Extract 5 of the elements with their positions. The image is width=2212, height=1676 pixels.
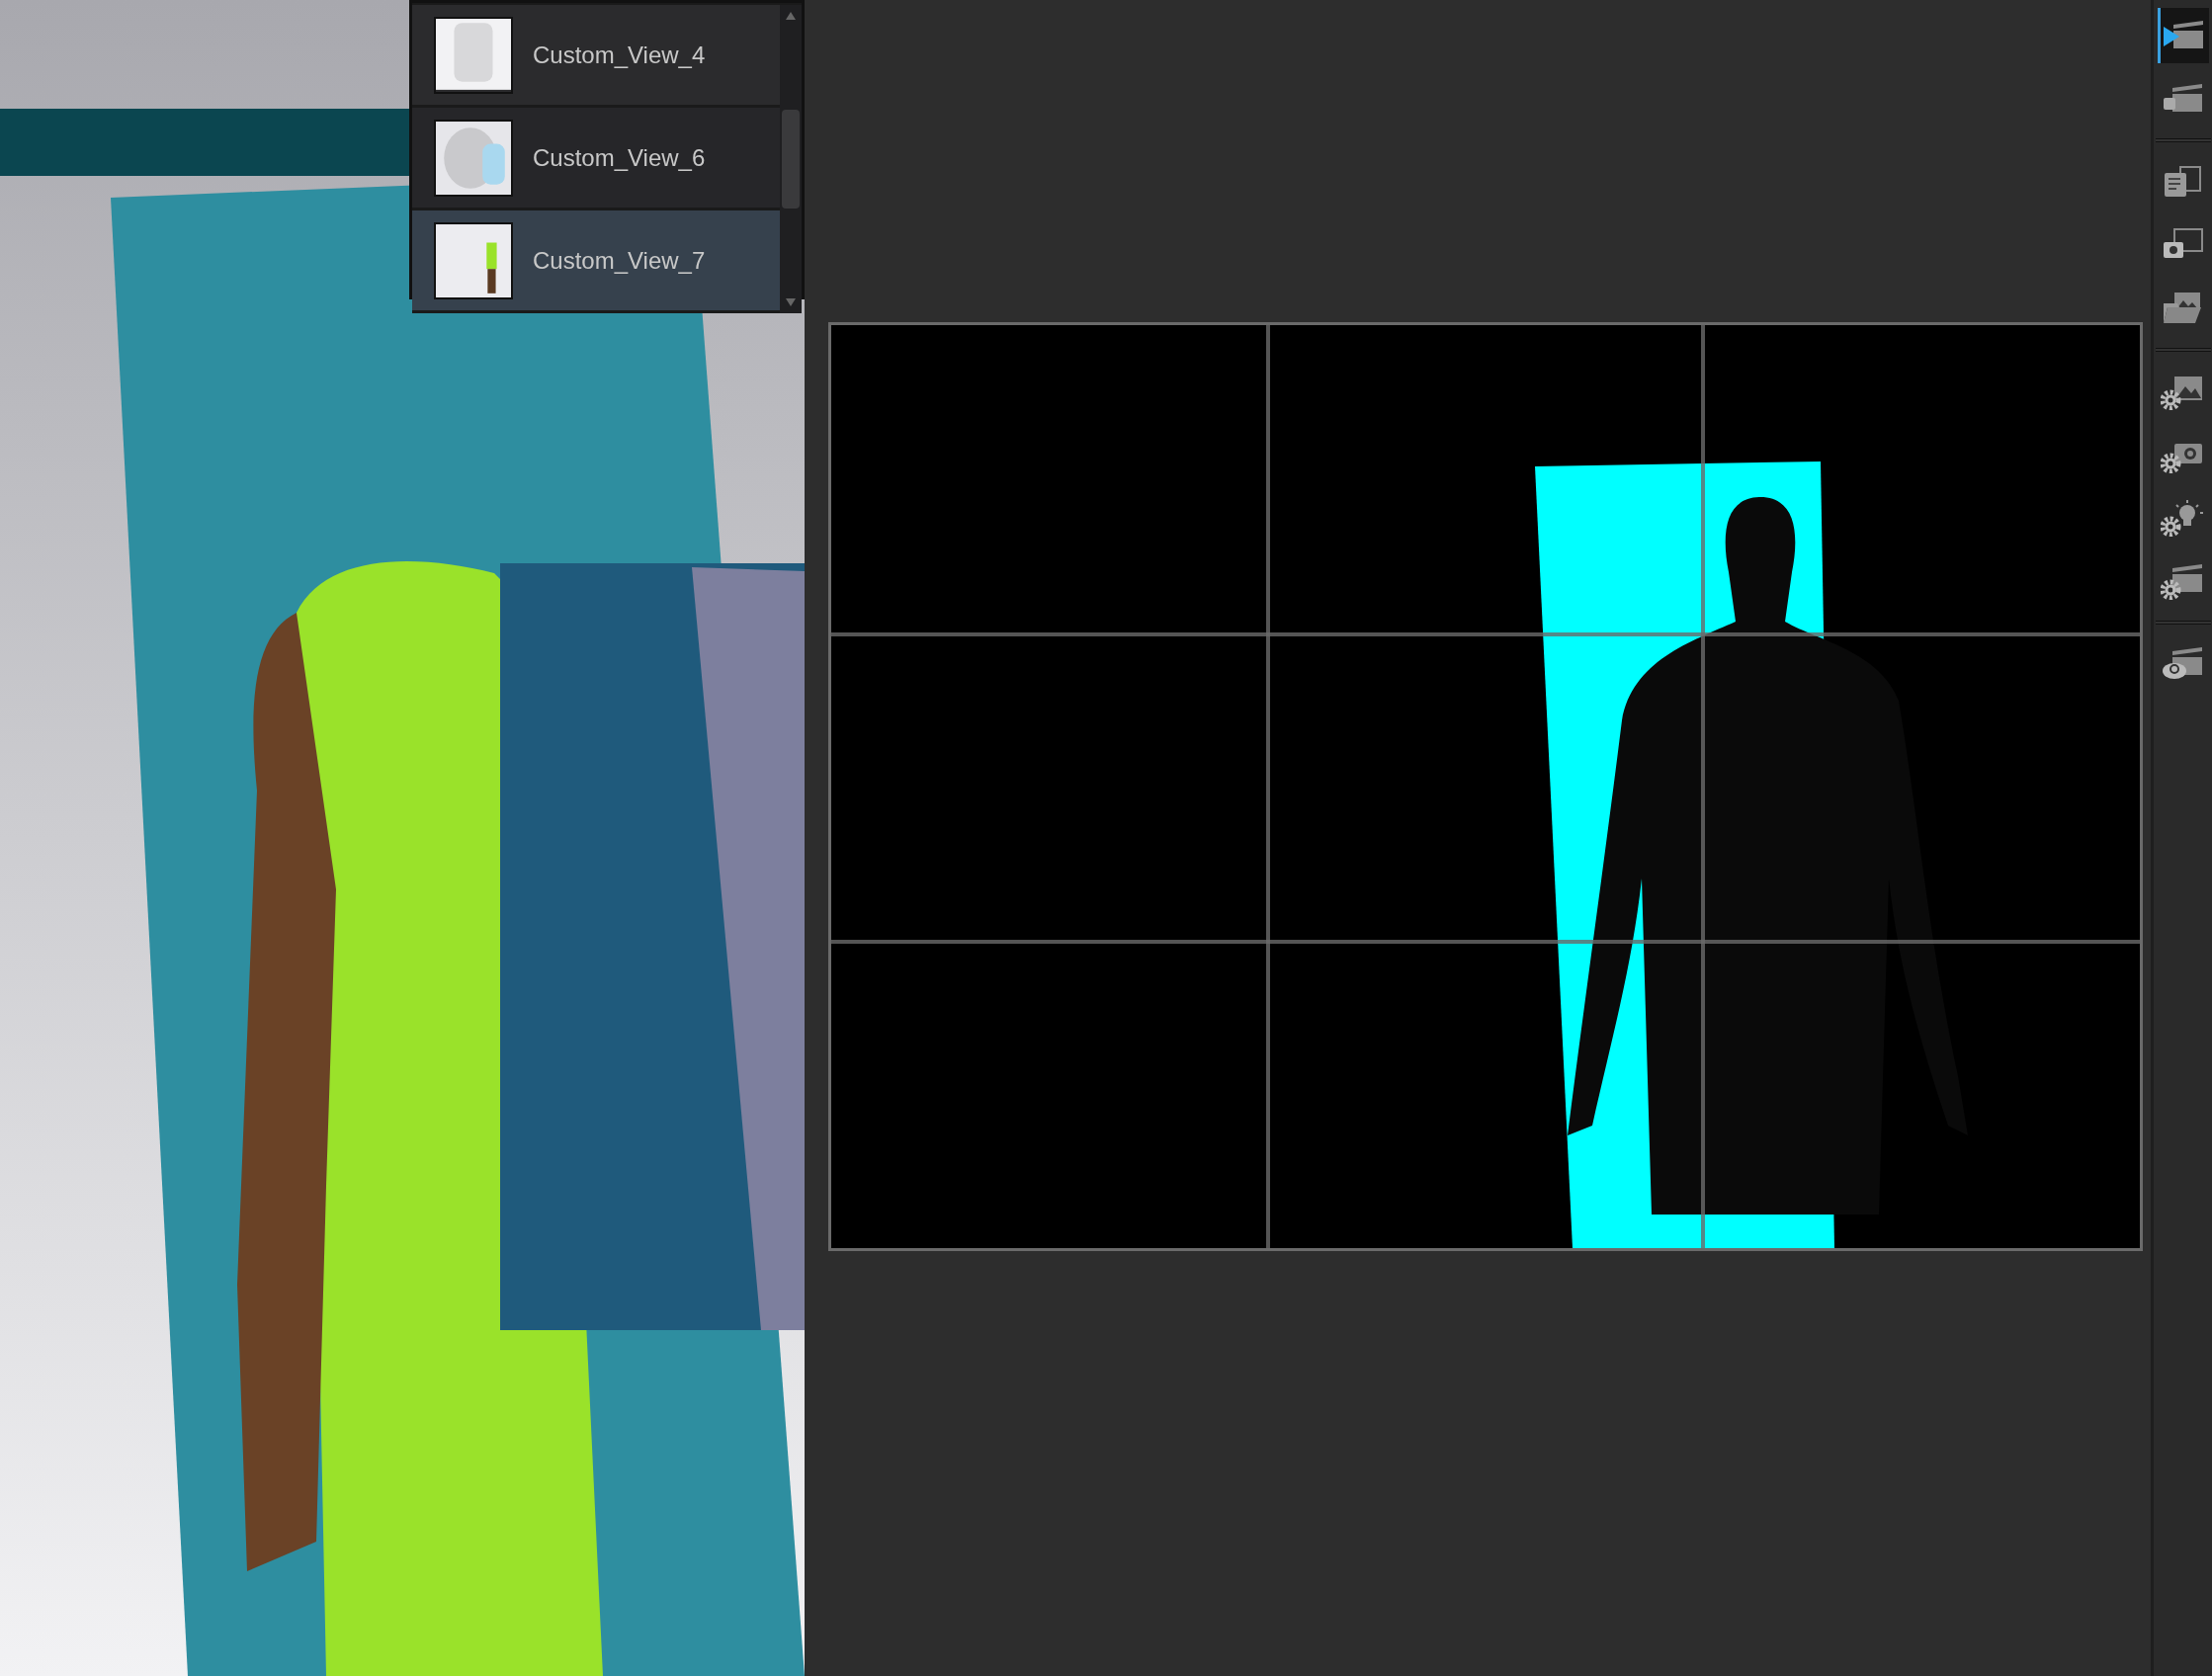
view-list-item[interactable]: Custom_View_7 [412,210,780,313]
view-list-item[interactable]: Custom_View_6 [412,108,780,210]
scrollbar[interactable] [780,5,802,313]
play-clapper-icon[interactable] [2157,8,2209,63]
scroll-thumb[interactable] [782,110,800,209]
